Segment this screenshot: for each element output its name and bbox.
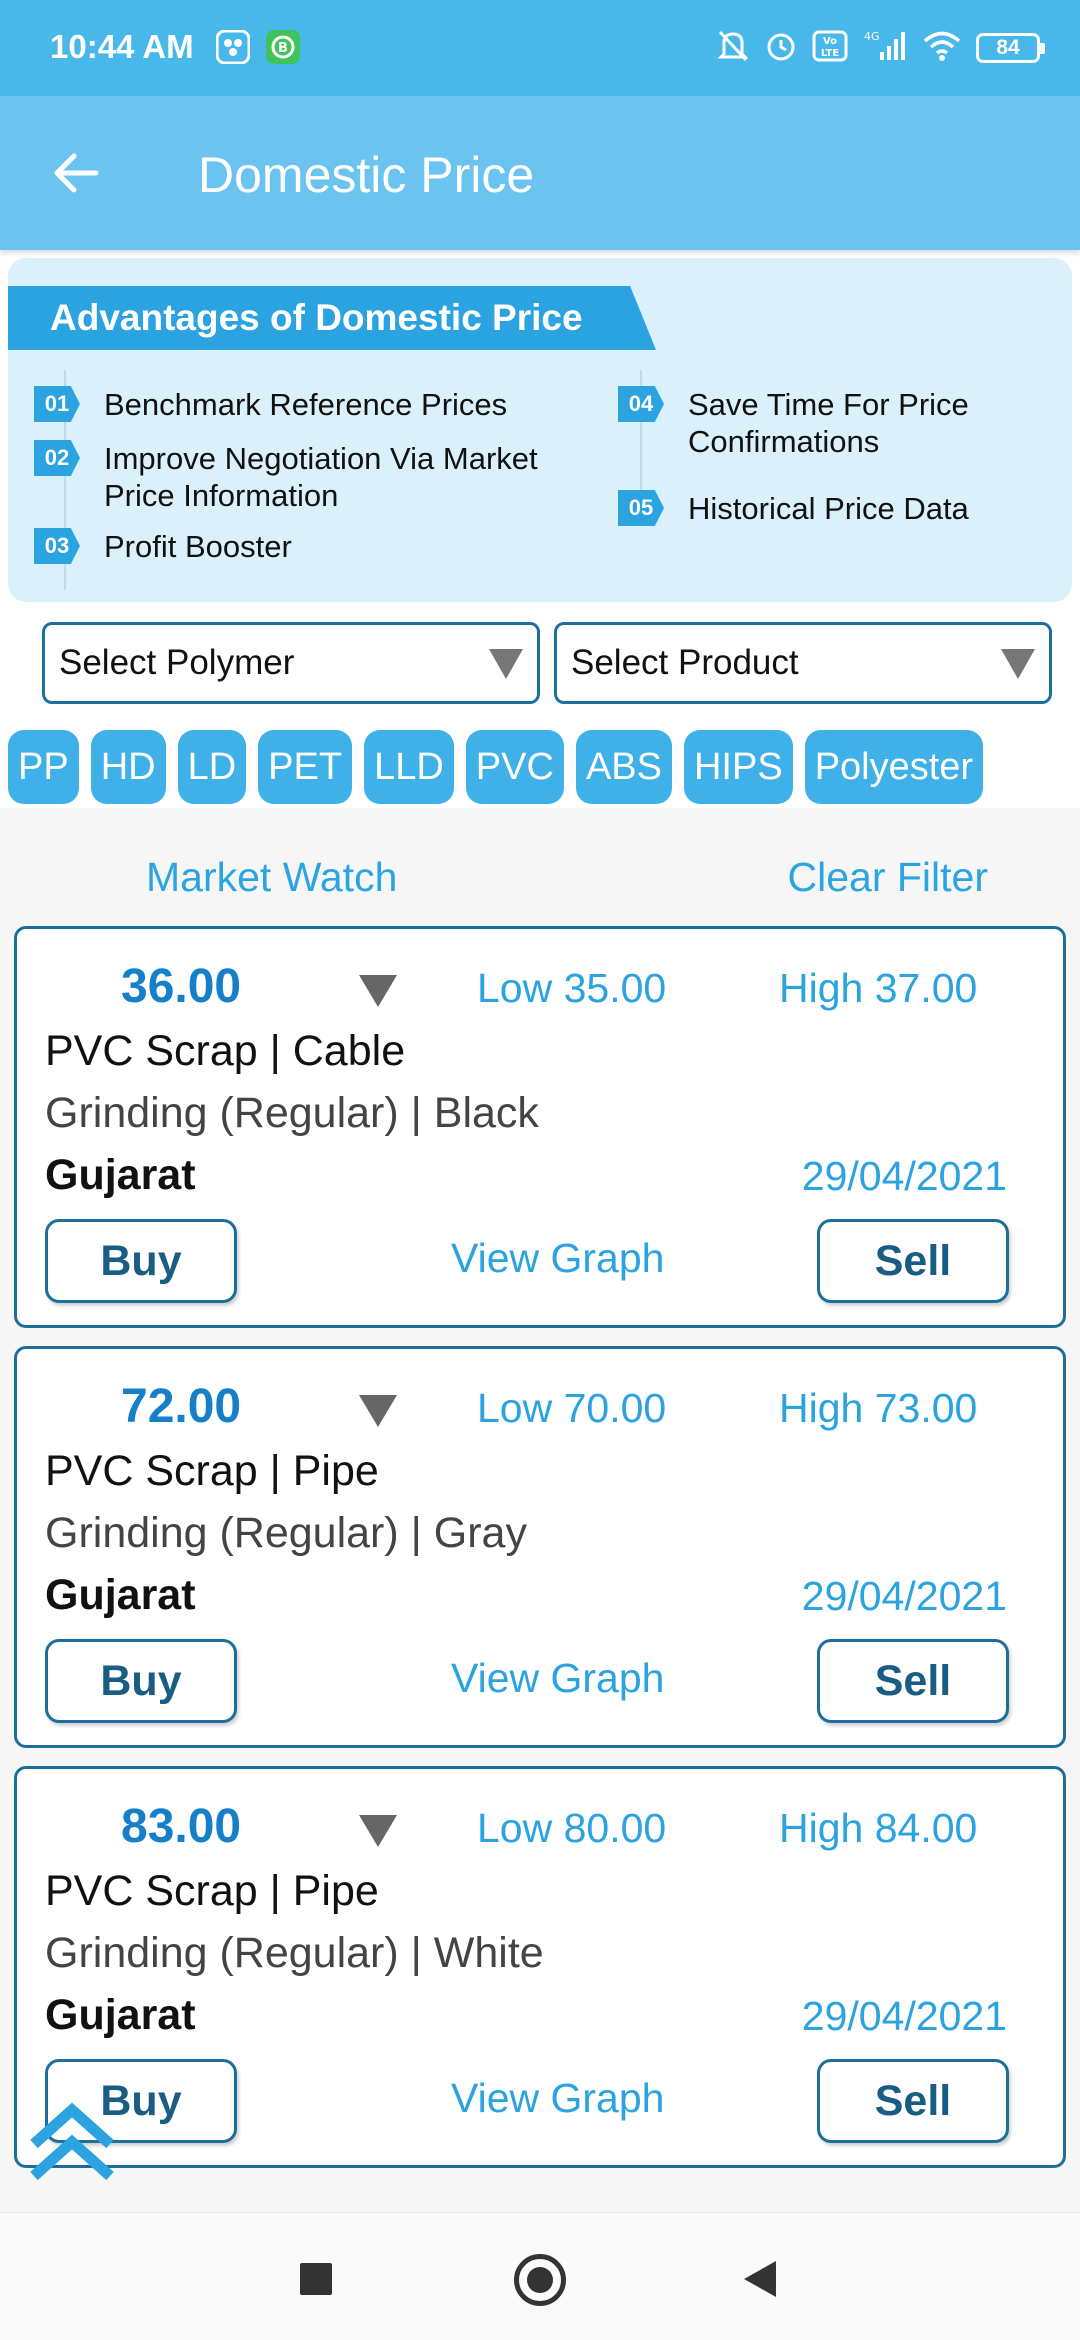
location-state: Gujarat <box>45 1151 196 1199</box>
view-graph-link[interactable]: View Graph <box>451 1235 664 1282</box>
app-bar: Domestic Price <box>0 96 1080 250</box>
scroll-to-top-button[interactable] <box>24 2094 120 2190</box>
chip-lld[interactable]: LLD <box>364 730 454 804</box>
product-name: PVC Scrap | Pipe <box>45 1447 379 1495</box>
svg-text:4G: 4G <box>864 30 880 43</box>
chip-ld[interactable]: LD <box>177 730 247 804</box>
wifi-icon <box>922 28 962 69</box>
high-price: High 73.00 <box>779 1385 978 1431</box>
advantage-number: 03 <box>34 528 80 564</box>
whatsapp-business-icon: B <box>266 30 300 64</box>
price-card: 36.00 Low 35.00 High 37.00 PVC Scrap | C… <box>14 926 1066 1328</box>
advantages-title: Advantages of Domestic Price <box>8 286 656 350</box>
price-date: 29/04/2021 <box>801 1993 1007 2039</box>
chip-pvc[interactable]: PVC <box>465 730 564 804</box>
advantage-item: 02 Improve Negotiation Via Market Price … <box>34 440 594 514</box>
page-title: Domestic Price <box>198 147 535 203</box>
advantage-text: Save Time For Price Confirmations <box>688 387 969 459</box>
view-graph-link[interactable]: View Graph <box>451 2075 664 2122</box>
advantage-item: 03 Profit Booster <box>34 528 594 565</box>
arrow-left-icon <box>54 153 99 193</box>
svg-text:LTE: LTE <box>821 48 840 59</box>
svg-text:Vo: Vo <box>823 36 837 47</box>
home-button[interactable] <box>514 2254 566 2306</box>
product-detail: Grinding (Regular) | Gray <box>45 1509 527 1557</box>
advantage-text: Benchmark Reference Prices <box>104 387 508 422</box>
svg-text:B: B <box>278 41 288 56</box>
alarm-icon <box>764 28 798 69</box>
chip-pet[interactable]: PET <box>258 730 353 804</box>
advantage-number: 01 <box>34 386 80 422</box>
status-icons: Vo LTE 4G 84 <box>716 24 1045 72</box>
product-select[interactable]: Select Product <box>554 622 1052 704</box>
battery-level: 84 <box>996 36 1020 59</box>
advantage-item: 04 Save Time For Price Confirmations <box>618 386 1058 460</box>
advantage-text: Improve Negotiation Via Market Price Inf… <box>104 441 538 513</box>
system-back-button[interactable] <box>744 2261 776 2297</box>
product-select-value: Select Product <box>571 643 799 682</box>
double-chevron-up-icon <box>30 2102 114 2181</box>
chip-abs[interactable]: ABS <box>575 730 672 804</box>
price-value: 72.00 <box>121 1380 242 1433</box>
chip-hd[interactable]: HD <box>90 730 166 804</box>
chip-polyester[interactable]: Polyester <box>804 730 984 804</box>
sell-button[interactable]: Sell <box>817 1639 1009 1723</box>
product-detail: Grinding (Regular) | White <box>45 1929 544 1977</box>
advantages-banner: Advantages of Domestic Price 01 Benchmar… <box>8 258 1072 602</box>
low-price: Low 70.00 <box>477 1385 667 1431</box>
status-bar: 10:44 AM B Vo LTE 4G 84 <box>0 0 1080 96</box>
price-card: 72.00 Low 70.00 High 73.00 PVC Scrap | P… <box>14 1346 1066 1748</box>
high-price: High 37.00 <box>779 965 978 1011</box>
trend-down-icon <box>359 1395 397 1427</box>
chip-hips[interactable]: HIPS <box>683 730 793 804</box>
price-date: 29/04/2021 <box>801 1573 1007 1619</box>
advantage-number: 04 <box>618 386 664 422</box>
buy-button[interactable]: Buy <box>45 1219 237 1303</box>
product-detail: Grinding (Regular) | Black <box>45 1089 539 1137</box>
chip-pp[interactable]: PP <box>8 730 79 804</box>
advantage-number: 02 <box>34 440 80 476</box>
advantage-text: Profit Booster <box>104 529 292 564</box>
battery-icon: 84 <box>976 33 1045 63</box>
location-state: Gujarat <box>45 1991 196 2039</box>
price-card: 83.00 Low 80.00 High 84.00 PVC Scrap | P… <box>14 1766 1066 2168</box>
price-value: 83.00 <box>121 1800 242 1853</box>
polymer-select[interactable]: Select Polymer <box>42 622 540 704</box>
trend-down-icon <box>359 1815 397 1847</box>
product-name: PVC Scrap | Pipe <box>45 1867 379 1915</box>
app-notification-icon <box>215 29 251 65</box>
advantage-number: 05 <box>618 490 664 526</box>
clear-filter-button[interactable]: Clear Filter <box>788 854 988 901</box>
status-time: 10:44 AM <box>50 28 194 65</box>
market-watch-label[interactable]: Market Watch <box>146 854 397 901</box>
product-name: PVC Scrap | Cable <box>45 1027 406 1075</box>
signal-icon: 4G <box>862 28 908 69</box>
sell-button[interactable]: Sell <box>817 2059 1009 2143</box>
polymer-chips: PP HD LD PET LLD PVC ABS HIPS Polyester <box>0 730 1080 808</box>
advantage-item: 05 Historical Price Data <box>618 490 1058 527</box>
view-graph-link[interactable]: View Graph <box>451 1655 664 1702</box>
low-price: Low 80.00 <box>477 1805 667 1851</box>
mute-bell-icon <box>716 28 750 69</box>
price-value: 36.00 <box>121 960 242 1013</box>
buy-button[interactable]: Buy <box>45 1639 237 1723</box>
low-price: Low 35.00 <box>477 965 667 1011</box>
location-state: Gujarat <box>45 1571 196 1619</box>
recent-apps-button[interactable] <box>300 2263 332 2295</box>
price-date: 29/04/2021 <box>801 1153 1007 1199</box>
advantage-text: Historical Price Data <box>688 491 969 526</box>
dropdown-caret-icon <box>489 649 523 679</box>
advantage-item: 01 Benchmark Reference Prices <box>34 386 594 423</box>
polymer-select-value: Select Polymer <box>59 643 295 682</box>
market-watch-section: Market Watch Clear Filter 36.00 Low 35.0… <box>0 808 1080 2212</box>
dropdown-caret-icon <box>1001 649 1035 679</box>
volte-icon: Vo LTE <box>812 28 848 69</box>
back-button[interactable] <box>46 141 110 205</box>
high-price: High 84.00 <box>779 1805 978 1851</box>
trend-down-icon <box>359 975 397 1007</box>
system-nav-bar <box>0 2212 1080 2340</box>
sell-button[interactable]: Sell <box>817 1219 1009 1303</box>
